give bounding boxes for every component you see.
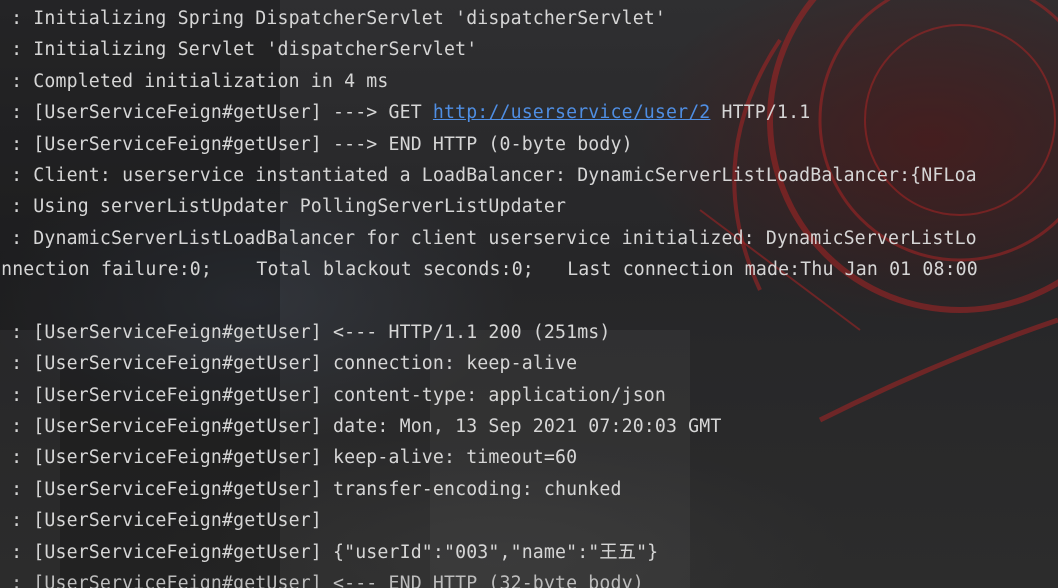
log-line: : [UserServiceFeign#getUser] [0, 510, 322, 532]
log-line: : Initializing Servlet 'dispatcherServle… [0, 39, 478, 61]
console-output[interactable]: : Initializing Spring DispatcherServlet … [0, 3, 1058, 588]
log-line: : DynamicServerListLoadBalancer for clie… [0, 227, 977, 249]
log-line: : [UserServiceFeign#getUser] content-typ… [0, 384, 666, 406]
log-line: : Completed initialization in 4 ms [0, 70, 389, 92]
log-line-partial: : [UserServiceFeign#getUser] <--- END HT… [0, 573, 644, 588]
log-text: : [UserServiceFeign#getUser] ---> GET [0, 102, 433, 124]
log-line: : [UserServiceFeign#getUser] <--- HTTP/1… [0, 321, 611, 343]
log-line: : [UserServiceFeign#getUser] ---> END HT… [0, 133, 633, 155]
log-line: : Using serverListUpdater PollingServerL… [0, 196, 567, 218]
log-line-wrapped: onnection failure:0; Total blackout seco… [0, 259, 978, 281]
log-line: : Client: userservice instantiated a Loa… [0, 164, 977, 186]
log-line-empty [0, 286, 1058, 317]
log-line: : [UserServiceFeign#getUser] transfer-en… [0, 478, 622, 500]
log-line-request: : [UserServiceFeign#getUser] ---> GET ht… [0, 97, 1058, 128]
log-line: : [UserServiceFeign#getUser] connection:… [0, 353, 578, 375]
request-url-link[interactable]: http://userservice/user/2 [433, 102, 711, 123]
log-line: : [UserServiceFeign#getUser] keep-alive:… [0, 447, 578, 469]
log-line: : [UserServiceFeign#getUser] date: Mon, … [0, 416, 722, 438]
log-line: : Initializing Spring DispatcherServlet … [0, 8, 666, 29]
log-line: : [UserServiceFeign#getUser] {"userId":"… [0, 541, 659, 563]
log-text: HTTP/1.1 [710, 102, 811, 124]
